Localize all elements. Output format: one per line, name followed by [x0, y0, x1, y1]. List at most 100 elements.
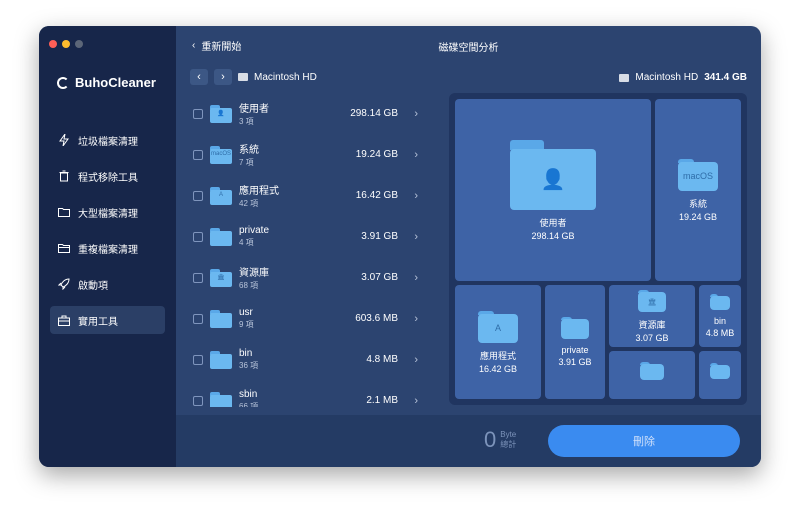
- folder-icon: A: [210, 186, 232, 205]
- item-name: bin: [239, 348, 253, 359]
- sidebar-item-startup[interactable]: 啟動項: [50, 270, 165, 298]
- close-window-button[interactable]: [49, 40, 57, 48]
- main-panel: ‹ 重新開始 磁碟空間分析 ‹ › Macintosh HD Macintosh…: [176, 26, 761, 467]
- chevron-right-icon[interactable]: ›: [414, 231, 418, 243]
- item-name: 系統: [239, 145, 259, 156]
- buho-logo-icon: [57, 76, 69, 89]
- row-checkbox[interactable]: [193, 149, 203, 160]
- treemap-cell[interactable]: macOS 系統 19.24 GB: [655, 99, 741, 281]
- folder-icon: [210, 350, 232, 369]
- item-count: 3 項: [239, 117, 254, 126]
- chevron-right-icon[interactable]: ›: [414, 108, 418, 120]
- sidebar-item-large-files[interactable]: 大型檔案清理: [50, 198, 165, 226]
- sidebar: BuhoCleaner 垃圾檔案清理 程式移除工具 大型檔案清理 重複檔案清理 …: [39, 26, 176, 467]
- list-item[interactable]: macOS 系統 7 項 19.24 GB ›: [190, 134, 418, 175]
- item-name: sbin: [239, 389, 258, 400]
- list-item[interactable]: sbin 66 項 2.1 MB ›: [190, 380, 418, 407]
- folder-glyph: 🏛: [647, 298, 657, 306]
- row-checkbox[interactable]: [193, 231, 203, 242]
- treemap-cell[interactable]: 🏛 資源庫 3.07 GB: [609, 285, 695, 347]
- sidebar-item-duplicates[interactable]: 重複檔案清理: [50, 234, 165, 262]
- list-item[interactable]: 🏛 資源庫 68 項 3.07 GB ›: [190, 257, 418, 298]
- row-checkbox[interactable]: [193, 395, 203, 406]
- row-checkbox[interactable]: [193, 108, 203, 119]
- sidebar-item-label: 實用工具: [78, 316, 118, 328]
- sidebar-item-label: 大型檔案清理: [78, 208, 138, 220]
- disk-info: Macintosh HD 341.4 GB: [619, 72, 747, 83]
- total-label: 總計: [500, 440, 517, 449]
- current-path: Macintosh HD: [254, 71, 317, 83]
- item-size: 4.8 MB: [366, 354, 398, 365]
- list-item[interactable]: usr 9 項 603.6 MB ›: [190, 298, 418, 339]
- bolt-icon: [58, 134, 70, 146]
- item-name: private: [239, 225, 270, 236]
- sidebar-item-uninstaller[interactable]: 程式移除工具: [50, 162, 165, 190]
- chevron-left-icon: ‹: [197, 71, 201, 83]
- list-item[interactable]: private 4 項 3.91 GB ›: [190, 216, 418, 257]
- folder-list: 👤 使用者 3 項 298.14 GB › macOS 系統 7 項 19.24 GB › A 應用程…: [190, 93, 418, 407]
- item-count: 4 項: [239, 238, 254, 247]
- item-name: 資源庫: [239, 268, 269, 279]
- folder-icon: [210, 391, 232, 407]
- item-count: 68 項: [239, 281, 259, 290]
- nav-forward-button[interactable]: ›: [214, 69, 232, 85]
- sidebar-nav: 垃圾檔案清理 程式移除工具 大型檔案清理 重複檔案清理 啟動項 實用工具: [50, 126, 165, 342]
- cell-name: 使用者: [539, 217, 567, 228]
- row-checkbox[interactable]: [193, 272, 203, 283]
- top-bar: ‹ 重新開始 磁碟空間分析: [192, 38, 745, 54]
- sidebar-item-label: 程式移除工具: [78, 172, 138, 184]
- sidebar-item-label: 重複檔案清理: [78, 244, 138, 256]
- treemap-cell[interactable]: [609, 351, 695, 399]
- treemap-cell[interactable]: [699, 351, 741, 399]
- selected-size-value: 0: [484, 427, 497, 452]
- sidebar-item-toolkit[interactable]: 實用工具: [50, 306, 165, 334]
- cell-size: 4.8 MB: [705, 328, 735, 338]
- cell-name: 應用程式: [479, 350, 516, 361]
- item-count: 42 項: [239, 199, 259, 208]
- rocket-icon: [58, 278, 70, 290]
- row-checkbox[interactable]: [193, 354, 203, 365]
- nav-back-button[interactable]: ‹: [190, 69, 208, 85]
- folder-icon: 👤: [510, 139, 596, 210]
- cell-size: 16.42 GB: [478, 363, 518, 374]
- chevron-right-icon[interactable]: ›: [414, 190, 418, 202]
- folder-icon: [210, 309, 232, 328]
- minimize-window-button[interactable]: [62, 40, 70, 48]
- folder-icon: [710, 363, 730, 379]
- zoom-window-button[interactable]: [75, 40, 83, 48]
- folder-icon: macOS: [210, 145, 232, 164]
- list-item[interactable]: 👤 使用者 3 項 298.14 GB ›: [190, 93, 418, 134]
- folder-glyph: A: [218, 191, 223, 198]
- disk-name: Macintosh HD: [635, 72, 699, 83]
- delete-button[interactable]: 刪除: [548, 425, 740, 457]
- folder-glyph: macOS: [682, 171, 713, 181]
- folder-icon: A: [478, 310, 518, 343]
- item-size: 3.91 GB: [361, 231, 398, 242]
- list-item[interactable]: bin 36 項 4.8 MB ›: [190, 339, 418, 380]
- folder-glyph: macOS: [210, 150, 231, 157]
- row-checkbox[interactable]: [193, 190, 203, 201]
- chevron-right-icon[interactable]: ›: [414, 354, 418, 366]
- chevron-right-icon[interactable]: ›: [414, 149, 418, 161]
- chevron-right-icon: ›: [221, 71, 225, 83]
- folders-icon: [58, 242, 70, 254]
- item-count: 66 項: [239, 402, 259, 407]
- item-name: usr: [239, 307, 253, 318]
- row-checkbox[interactable]: [193, 313, 203, 324]
- chevron-right-icon[interactable]: ›: [414, 313, 418, 325]
- treemap-cell[interactable]: bin 4.8 MB: [699, 285, 741, 347]
- item-count: 7 項: [239, 158, 254, 167]
- chevron-right-icon[interactable]: ›: [414, 395, 418, 407]
- treemap-cell[interactable]: private 3.91 GB: [545, 285, 605, 399]
- folder-icon: [210, 227, 232, 246]
- item-size: 603.6 MB: [355, 313, 398, 324]
- disk-size: 341.4 GB: [704, 72, 747, 83]
- disk-icon: [238, 73, 248, 81]
- disk-icon: [619, 73, 630, 82]
- path-bar: ‹ › Macintosh HD: [190, 69, 317, 85]
- sidebar-item-junk-clean[interactable]: 垃圾檔案清理: [50, 126, 165, 154]
- list-item[interactable]: A 應用程式 42 項 16.42 GB ›: [190, 175, 418, 216]
- treemap-cell[interactable]: A 應用程式 16.42 GB: [455, 285, 541, 399]
- chevron-right-icon[interactable]: ›: [414, 272, 418, 284]
- treemap-cell[interactable]: 👤 使用者 298.14 GB: [455, 99, 651, 281]
